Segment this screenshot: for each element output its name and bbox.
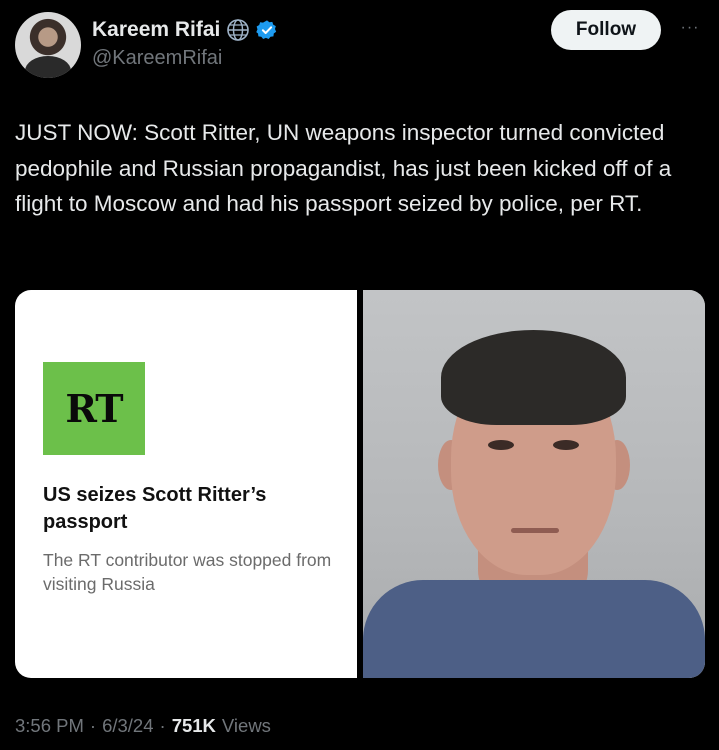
tweet-meta: 3:56 PM · 6/3/24 · 751K Views	[15, 715, 271, 737]
news-card-subtitle: The RT contributor was stopped from visi…	[43, 550, 332, 594]
mugshot-photo[interactable]	[363, 290, 705, 678]
tweet-date[interactable]: 6/3/24	[102, 715, 153, 737]
avatar-shirt	[25, 56, 71, 78]
rt-logo-text: RT	[65, 386, 123, 431]
news-card-image[interactable]: RT US seizes Scott Ritter’s passport The…	[15, 290, 357, 678]
author-name-row: Kareem Rifai	[92, 18, 278, 42]
tweet-time[interactable]: 3:56 PM	[15, 715, 84, 737]
photo-eye-right	[553, 440, 579, 450]
author-handle[interactable]: @KareemRifai	[92, 47, 222, 70]
meta-separator: ·	[159, 715, 166, 736]
more-options-icon[interactable]: ···	[675, 19, 705, 39]
views-label[interactable]: Views	[222, 715, 271, 737]
news-card-headline: US seizes Scott Ritter’s passport	[43, 484, 267, 533]
tweet-header: Kareem Rifai @KareemRifai Follow ···	[0, 0, 719, 95]
avatar[interactable]	[15, 12, 81, 78]
photo-shirt	[363, 580, 705, 678]
rt-logo: RT	[43, 362, 145, 455]
author-display-name[interactable]: Kareem Rifai	[92, 18, 220, 42]
photo-eye-left	[488, 440, 514, 450]
tweet-media[interactable]: RT US seizes Scott Ritter’s passport The…	[15, 290, 705, 678]
photo-hair	[441, 330, 626, 425]
tweet-text: JUST NOW: Scott Ritter, UN weapons inspe…	[15, 120, 672, 216]
follow-button[interactable]: Follow	[551, 10, 661, 50]
meta-separator: ·	[89, 715, 97, 736]
photo-mouth	[511, 528, 559, 533]
views-count[interactable]: 751K	[172, 715, 216, 737]
verified-badge-icon	[256, 20, 277, 39]
globe-icon	[227, 19, 250, 41]
